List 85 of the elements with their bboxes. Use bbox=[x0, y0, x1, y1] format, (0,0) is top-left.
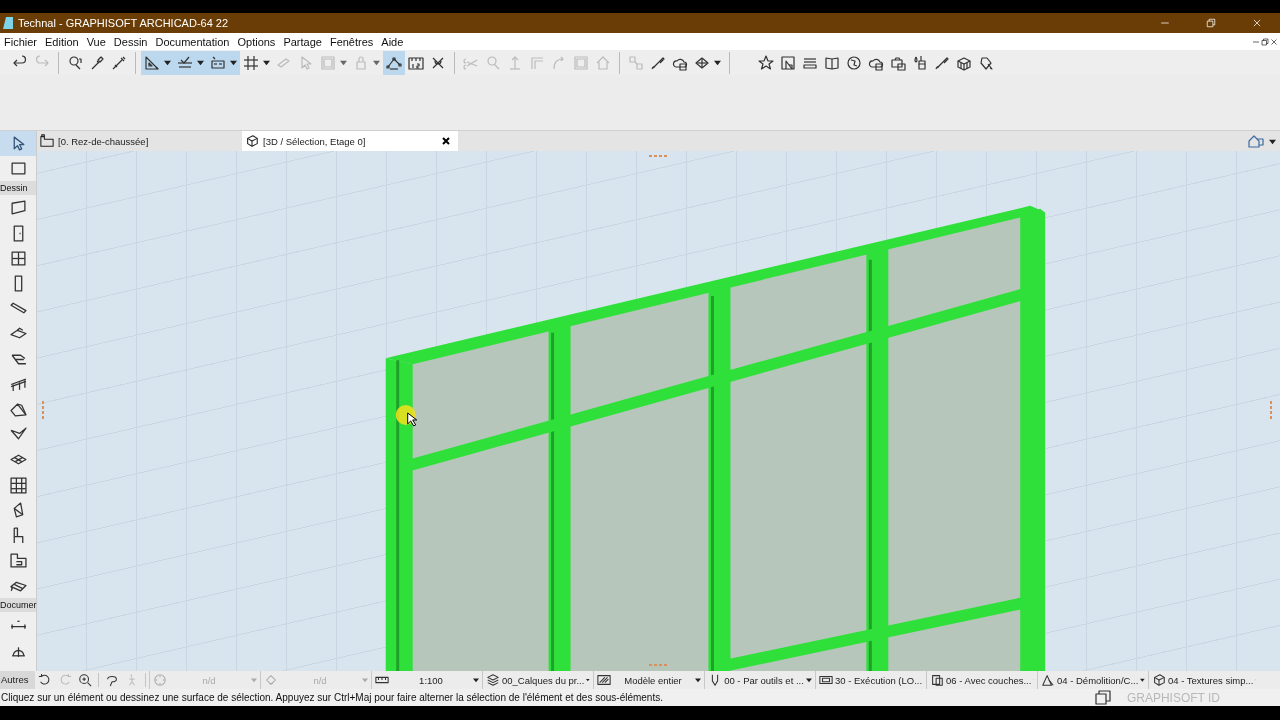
pointer-icon bbox=[298, 54, 314, 71]
coordinates-icon bbox=[210, 54, 226, 71]
menu-item[interactable]: Documentation bbox=[151, 35, 234, 48]
caret-icon bbox=[362, 677, 368, 683]
hatch-icon bbox=[597, 673, 611, 687]
cube-icon bbox=[245, 134, 259, 148]
caret-icon bbox=[1269, 137, 1276, 145]
menu-item[interactable]: Options bbox=[233, 35, 280, 48]
toolbar-button[interactable] bbox=[141, 50, 174, 75]
restore-icon[interactable] bbox=[1261, 37, 1269, 46]
window-list-icon[interactable] bbox=[1094, 689, 1111, 706]
cube-icon bbox=[1152, 673, 1166, 687]
caret-icon bbox=[695, 677, 701, 683]
plan-combo-icon bbox=[930, 673, 944, 687]
square-icon bbox=[320, 54, 336, 71]
star-icon bbox=[758, 54, 774, 71]
toolbar-button[interactable] bbox=[207, 50, 240, 75]
zoom-icon bbox=[78, 673, 92, 687]
window-title: Technal - GRAPHISOFT ARCHICAD-64 22 bbox=[18, 17, 230, 29]
view-tab[interactable]: [3D / Sélection, Etage 0] bbox=[242, 131, 458, 151]
caret-icon bbox=[340, 59, 347, 66]
caret-icon bbox=[806, 677, 812, 683]
toolbar-button[interactable] bbox=[383, 50, 405, 75]
close-icon[interactable] bbox=[442, 137, 450, 145]
syringe-icon bbox=[111, 54, 127, 71]
floor-plan-icon bbox=[40, 134, 54, 148]
edge-marker-icon[interactable] bbox=[649, 663, 667, 668]
arrow-up-icon bbox=[507, 54, 523, 71]
window-icon bbox=[9, 249, 27, 267]
view-redo-icon bbox=[58, 673, 72, 687]
node-icon bbox=[386, 54, 402, 71]
eyedropper-icon bbox=[89, 54, 105, 71]
roof-icon bbox=[9, 400, 27, 418]
stack-icon bbox=[486, 673, 500, 687]
menu-item[interactable]: Dessin bbox=[109, 35, 152, 48]
section-label: Autres bbox=[0, 671, 35, 689]
edge-marker-icon[interactable] bbox=[649, 154, 667, 159]
tool-button[interactable] bbox=[0, 131, 36, 157]
document-icon bbox=[780, 54, 796, 71]
menu-item[interactable]: Vue bbox=[82, 35, 110, 48]
magnifier-icon bbox=[485, 54, 501, 71]
app-logo-icon bbox=[3, 17, 13, 29]
camera-icon bbox=[890, 54, 906, 71]
caret-icon bbox=[714, 59, 721, 66]
menu-item[interactable]: Aide bbox=[377, 35, 408, 48]
ruler-icon bbox=[408, 54, 424, 71]
caret-icon bbox=[197, 59, 204, 66]
lock-icon bbox=[353, 54, 369, 71]
model-view-icon bbox=[819, 673, 833, 687]
caret-icon bbox=[473, 677, 479, 683]
renovation-icon bbox=[1041, 673, 1055, 687]
curtain-wall-icon bbox=[9, 476, 27, 494]
caret-icon bbox=[1140, 677, 1145, 683]
view-tab[interactable]: [0. Rez-de-chaussée] bbox=[37, 131, 242, 151]
book-icon bbox=[824, 54, 840, 71]
mouse-cursor-icon bbox=[395, 405, 418, 427]
square-icon bbox=[573, 54, 589, 71]
orientation-icon bbox=[264, 673, 278, 687]
status-message: Cliquez sur un élément ou dessinez une surface de sélection. Appuyez sur Ctrl+Maj pour faire alterner la sélection de l'élément et des sous-éléments. bbox=[0, 692, 663, 703]
toolbox-section-header[interactable]: Documer bbox=[0, 598, 36, 613]
caret-icon bbox=[263, 59, 270, 66]
menu-item[interactable]: Partage bbox=[279, 35, 326, 48]
menu-item[interactable]: Fenêtres bbox=[325, 35, 378, 48]
caret-icon bbox=[251, 677, 257, 683]
caret-icon bbox=[164, 59, 171, 66]
toolbox-section-header[interactable]: Dessin bbox=[0, 181, 36, 196]
zoom-fit-icon bbox=[153, 673, 167, 687]
house-view-icon[interactable] bbox=[1247, 133, 1265, 149]
house-icon bbox=[595, 54, 611, 71]
caret-icon bbox=[373, 59, 380, 66]
edge-marker-icon[interactable] bbox=[41, 401, 46, 421]
edge-marker-icon[interactable] bbox=[1269, 401, 1274, 421]
corner-icon bbox=[529, 54, 545, 71]
menu-item[interactable]: Fichier bbox=[0, 35, 41, 48]
target-icon bbox=[67, 54, 83, 71]
menu-item[interactable]: Edition bbox=[41, 35, 83, 48]
lasso-icon bbox=[105, 673, 119, 687]
grid-icon bbox=[243, 54, 259, 71]
zone-icon bbox=[9, 552, 27, 570]
group-icon bbox=[628, 54, 644, 71]
view-undo-icon bbox=[38, 673, 52, 687]
guide-line-icon bbox=[177, 54, 193, 71]
restore-icon[interactable] bbox=[1206, 18, 1216, 28]
caret-icon bbox=[230, 59, 237, 66]
wall-icon bbox=[9, 199, 27, 217]
